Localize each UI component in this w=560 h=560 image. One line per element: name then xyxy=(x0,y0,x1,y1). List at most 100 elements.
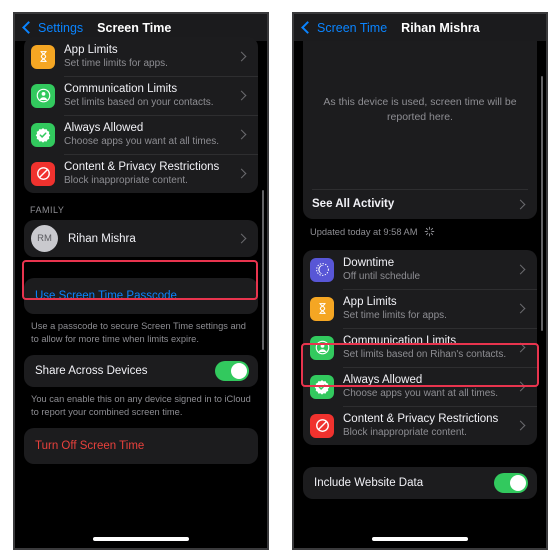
person-circle-icon xyxy=(310,335,334,360)
hourglass-icon xyxy=(310,296,334,321)
right-scrollbar[interactable] xyxy=(541,76,543,331)
row-title: App Limits xyxy=(343,296,397,308)
row-text: Always Allowed Choose apps you want at a… xyxy=(64,121,234,148)
chevron-right-icon xyxy=(515,199,526,209)
row-share-across-devices[interactable]: Share Across Devices xyxy=(24,355,258,387)
family-member-name: Rihan Mishra xyxy=(68,232,136,245)
left-back-button[interactable]: Settings xyxy=(22,20,84,35)
right-back-button[interactable]: Screen Time xyxy=(301,21,387,35)
row-text: Content & Privacy Restrictions Block ina… xyxy=(64,160,234,187)
row-subtitle: Set time limits for apps. xyxy=(64,58,168,69)
chevron-left-icon xyxy=(301,21,314,34)
chevron-right-icon xyxy=(515,264,526,275)
left-home-indicator xyxy=(93,537,189,541)
row-text: Communication Limits Set limits based on… xyxy=(64,82,234,109)
row-text: App Limits Set time limits for apps. xyxy=(343,295,513,322)
toggle-knob xyxy=(231,363,247,379)
row-content-privacy-restrictions[interactable]: Content & Privacy Restrictions Block ina… xyxy=(303,406,537,445)
row-communication-limits[interactable]: Communication Limits Set limits based on… xyxy=(24,76,258,115)
chevron-right-icon xyxy=(236,129,247,140)
left-page-title: Screen Time xyxy=(97,20,172,35)
share-across-devices-toggle[interactable] xyxy=(215,361,249,381)
row-subtitle: Set time limits for apps. xyxy=(343,310,447,321)
chevron-right-icon xyxy=(236,168,247,179)
avatar: RM xyxy=(31,225,58,252)
row-family-member[interactable]: RM Rihan Mishra xyxy=(24,220,258,257)
no-entry-icon xyxy=(310,413,334,438)
chevron-right-icon xyxy=(515,381,526,392)
include-website-data-toggle[interactable] xyxy=(494,473,528,493)
right-phone-screen: Screen Time Rihan Mishra As this device … xyxy=(294,14,546,548)
row-app-limits[interactable]: App Limits Set time limits for apps. xyxy=(24,37,258,76)
hourglass-icon xyxy=(31,44,55,69)
row-include-website-data[interactable]: Include Website Data xyxy=(303,467,537,499)
activity-empty-message: As this device is used, screen time will… xyxy=(323,96,517,123)
chevron-right-icon xyxy=(236,90,247,101)
updated-status: Updated today at 9:58 AM xyxy=(303,219,537,237)
row-always-allowed[interactable]: Always Allowed Choose apps you want at a… xyxy=(303,367,537,406)
passcode-card: Use Screen Time Passcode xyxy=(24,278,258,314)
left-phone-frame: Settings Screen Time App Limits Set time… xyxy=(13,12,269,550)
row-title: Always Allowed xyxy=(64,122,144,134)
row-subtitle: Block inappropriate content. xyxy=(64,175,188,186)
row-text: Rihan Mishra xyxy=(68,232,234,246)
row-text: Communication Limits Set limits based on… xyxy=(343,334,513,361)
row-downtime[interactable]: Downtime Off until schedule xyxy=(303,250,537,289)
row-communication-limits[interactable]: Communication Limits Set limits based on… xyxy=(303,328,537,367)
chevron-left-icon xyxy=(22,21,35,34)
row-use-screen-time-passcode[interactable]: Use Screen Time Passcode xyxy=(24,278,258,314)
right-phone-frame: Screen Time Rihan Mishra As this device … xyxy=(292,12,548,550)
row-text: App Limits Set time limits for apps. xyxy=(64,43,234,70)
left-scroll-body[interactable]: App Limits Set time limits for apps. Com… xyxy=(15,37,267,548)
row-text: Downtime Off until schedule xyxy=(343,256,513,283)
see-all-activity-label: See All Activity xyxy=(312,198,395,210)
row-turn-off-screen-time[interactable]: Turn Off Screen Time xyxy=(24,428,258,464)
updated-text: Updated today at 9:58 AM xyxy=(310,226,418,237)
row-subtitle: Block inappropriate content. xyxy=(343,427,467,438)
row-app-limits[interactable]: App Limits Set time limits for apps. xyxy=(303,289,537,328)
screen-time-options-card: App Limits Set time limits for apps. Com… xyxy=(24,37,258,193)
row-see-all-activity[interactable]: See All Activity xyxy=(303,189,537,219)
row-text: Always Allowed Choose apps you want at a… xyxy=(343,373,513,400)
row-subtitle: Choose apps you want at all times. xyxy=(343,388,499,399)
no-entry-icon xyxy=(31,161,55,186)
row-subtitle: Set limits based on your contacts. xyxy=(64,97,214,108)
share-across-devices-label: Share Across Devices xyxy=(35,365,148,377)
family-member-card: RM Rihan Mishra xyxy=(24,220,258,257)
left-scrollbar[interactable] xyxy=(262,190,264,350)
screenshot-stage: Settings Screen Time App Limits Set time… xyxy=(0,0,560,560)
toggle-knob xyxy=(510,475,526,491)
right-navigation-bar: Screen Time Rihan Mishra xyxy=(294,14,546,41)
chevron-right-icon xyxy=(515,420,526,431)
share-across-devices-card: Share Across Devices xyxy=(24,355,258,387)
activity-spinner-icon xyxy=(424,226,435,237)
chevron-right-icon xyxy=(515,303,526,314)
include-website-data-card: Include Website Data xyxy=(303,467,537,499)
row-title: App Limits xyxy=(64,44,118,56)
left-phone-screen: Settings Screen Time App Limits Set time… xyxy=(15,14,267,548)
row-title: Communication Limits xyxy=(64,83,178,95)
right-page-title: Rihan Mishra xyxy=(401,20,480,35)
passcode-footnote: Use a passcode to secure Screen Time set… xyxy=(31,321,246,344)
right-screen-time-options-card: Downtime Off until schedule App Limits S… xyxy=(303,250,537,445)
right-home-indicator xyxy=(372,537,468,541)
use-passcode-label: Use Screen Time Passcode xyxy=(35,290,177,302)
row-subtitle: Set limits based on Rihan's contacts. xyxy=(343,349,507,360)
checkmark-seal-icon xyxy=(310,374,334,399)
row-title: Always Allowed xyxy=(343,374,423,386)
chevron-right-icon xyxy=(236,51,247,62)
chevron-right-icon xyxy=(515,342,526,353)
activity-summary-card: As this device is used, screen time will… xyxy=(303,41,537,219)
chevron-right-icon xyxy=(236,233,247,244)
right-scroll-body[interactable]: As this device is used, screen time will… xyxy=(294,41,546,548)
turn-off-screen-time-label: Turn Off Screen Time xyxy=(35,440,145,452)
row-subtitle: Off until schedule xyxy=(343,271,421,282)
row-text: Content & Privacy Restrictions Block ina… xyxy=(343,412,513,439)
family-section-header: FAMILY xyxy=(30,205,65,215)
left-back-label: Settings xyxy=(38,20,84,35)
row-content-privacy-restrictions[interactable]: Content & Privacy Restrictions Block ina… xyxy=(24,154,258,193)
row-always-allowed[interactable]: Always Allowed Choose apps you want at a… xyxy=(24,115,258,154)
row-title: Communication Limits xyxy=(343,335,457,347)
row-subtitle: Choose apps you want at all times. xyxy=(64,136,220,147)
checkmark-seal-icon xyxy=(31,122,55,147)
